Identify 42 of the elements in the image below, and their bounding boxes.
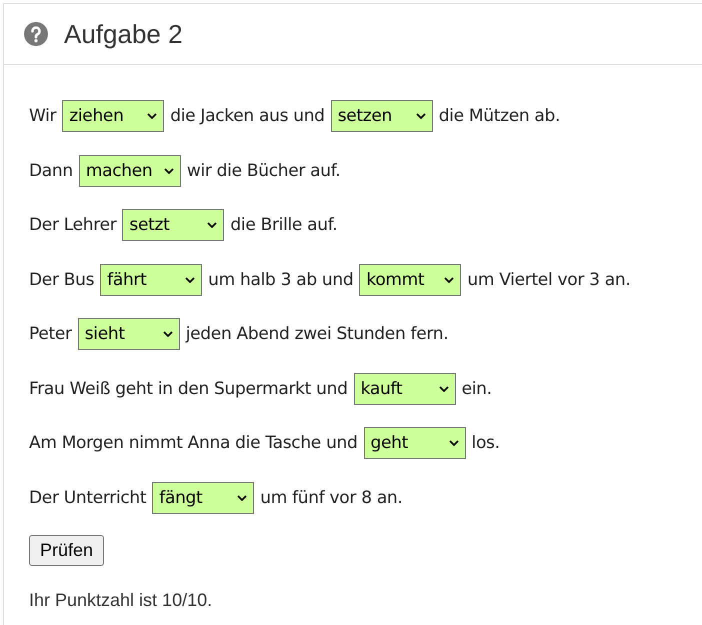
caret-icon [444, 276, 454, 282]
sentence-text: die Mützen ab. [438, 106, 560, 126]
panel-title: Aufgabe 2 [64, 18, 183, 50]
sentence-text: ein. [462, 378, 492, 398]
caret-icon [438, 386, 449, 392]
sentence-text: die Brille auf. [230, 215, 338, 235]
caret-icon [147, 113, 158, 119]
answer-dropdown[interactable]: fährt [100, 264, 202, 296]
sentence-text: Der Bus [29, 270, 94, 290]
caret-icon [162, 331, 173, 337]
sentence-text: um Viertel vor 3 an. [467, 270, 630, 290]
sentence-text: um fünf vor 8 an. [260, 488, 403, 508]
sentence-text: die Jacken aus und [170, 106, 325, 126]
sentence-text: jeden Abend zwei Stunden fern. [186, 324, 448, 344]
answer-dropdown[interactable]: geht [364, 427, 466, 459]
score-text: Ihr Punktzahl ist 10/10. [29, 590, 214, 611]
answer-dropdown[interactable]: fängt [152, 482, 254, 514]
sentence-text: Frau Weiß geht in den Supermarkt und [29, 378, 348, 398]
sentence-text: wir die Bücher auf. [186, 160, 340, 180]
caret-icon [416, 113, 426, 119]
answer-dropdown[interactable]: sieht [78, 318, 180, 350]
caret-icon [207, 222, 218, 228]
answer-dropdown[interactable]: ziehen [62, 100, 164, 132]
sentence-text: Der Lehrer [29, 215, 116, 235]
sentence-text: Peter [29, 324, 72, 344]
answer-dropdown[interactable]: kommt [359, 264, 462, 296]
sentence-text: Der Unterricht [29, 488, 146, 508]
caret-icon [185, 276, 196, 282]
answer-dropdown[interactable]: setzt [122, 209, 224, 241]
sentence-text: um halb 3 ab und [208, 270, 354, 290]
sentence-text: Wir [29, 106, 56, 126]
help-icon [24, 22, 48, 46]
caret-icon [237, 494, 248, 500]
sentence-text: Am Morgen nimmt Anna die Tasche und [29, 433, 358, 453]
check-button[interactable]: Prüfen [29, 535, 104, 566]
answer-dropdown[interactable]: kauft [354, 372, 456, 404]
caret-icon [448, 440, 459, 446]
caret-icon [164, 168, 174, 174]
sentence-text: Dann [29, 160, 73, 180]
answer-dropdown[interactable]: setzen [330, 100, 433, 132]
answer-dropdown[interactable]: machen [78, 154, 181, 186]
sentence-text: los. [472, 433, 500, 453]
